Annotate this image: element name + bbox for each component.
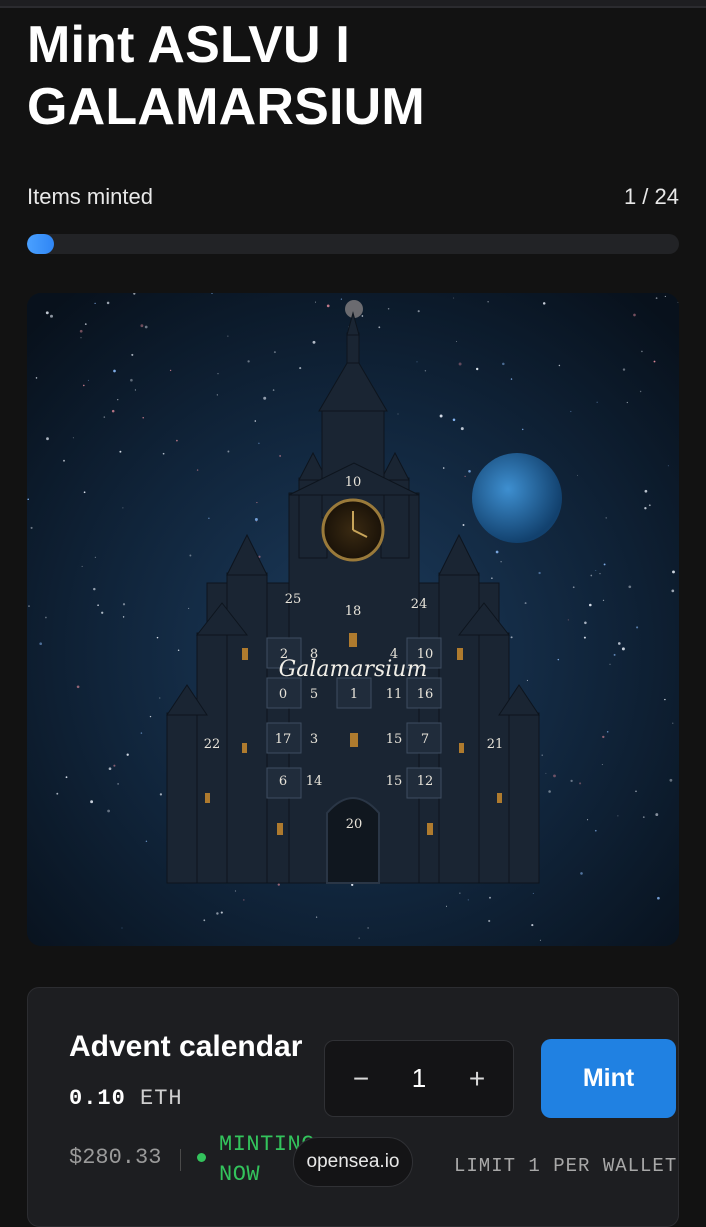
castle-artwork-image: 102518 242 8 4 100 5 1 11 1622 17 3 15 7 216 14 15 1220 …: [27, 293, 679, 946]
quantity-value: 1: [411, 1063, 427, 1093]
quantity-stepper: − 1 +: [324, 1040, 514, 1117]
advent-number: 15: [386, 774, 403, 789]
minus-icon[interactable]: −: [345, 1063, 377, 1095]
advent-number: 21: [487, 737, 504, 752]
advent-number: 17: [275, 732, 292, 747]
advent-number: 3: [310, 732, 318, 747]
status-dot-icon: [197, 1153, 206, 1162]
mint-progress-bar: [27, 234, 679, 254]
moon-shape: [472, 453, 562, 543]
product-name: Advent calendar: [69, 1030, 303, 1063]
items-minted-row: Items minted 1 / 24: [27, 184, 679, 210]
mint-card: Advent calendar 0.10 ETH − 1 + Mint $280…: [27, 987, 679, 1227]
mint-progress-fill: [27, 234, 55, 254]
items-minted-label: Items minted: [27, 184, 153, 209]
artwork-title-text: Galamarsium: [279, 657, 428, 682]
advent-number: 12: [417, 774, 434, 789]
plus-icon[interactable]: +: [461, 1063, 493, 1095]
domain-pill[interactable]: opensea.io: [293, 1137, 413, 1187]
price-separator: [180, 1149, 181, 1171]
advent-number: 6: [279, 774, 287, 789]
advent-number: 5: [310, 687, 318, 702]
advent-number: 10: [345, 475, 362, 490]
price-value: 0.10: [69, 1086, 126, 1111]
advent-number: 18: [345, 604, 362, 619]
advent-number: 20: [346, 817, 363, 832]
price-currency: ETH: [140, 1086, 183, 1111]
mint-page: Mint ASLVU I GALAMARSIUM Items minted 1 …: [0, 0, 706, 1227]
items-minted-count: 1 / 24: [623, 184, 679, 209]
collection-artwork: 10 25 18 24 2 8 4 10 0 5 1 11 16 22 17 3 15 7 21 6 14 15 12 20 …: [27, 293, 679, 946]
price-usd: $280.33: [69, 1145, 162, 1170]
wallet-limit-text: LIMIT 1 PER WALLET: [454, 1155, 678, 1177]
advent-number: 14: [306, 774, 323, 789]
castle-door: [326, 797, 380, 884]
advent-number: 7: [421, 732, 429, 747]
advent-number: 16: [417, 687, 434, 702]
page-title: Mint ASLVU I GALAMARSIUM: [27, 16, 425, 136]
advent-number: 24: [411, 597, 428, 612]
advent-number: 25: [285, 592, 302, 607]
advent-number: 22: [204, 737, 221, 752]
advent-number: 0: [279, 687, 287, 702]
advent-number: 1: [350, 687, 358, 702]
advent-number: 11: [386, 687, 403, 702]
mint-button[interactable]: Mint: [541, 1039, 676, 1118]
advent-number: 15: [386, 732, 403, 747]
price-eth: 0.10 ETH: [69, 1086, 183, 1111]
